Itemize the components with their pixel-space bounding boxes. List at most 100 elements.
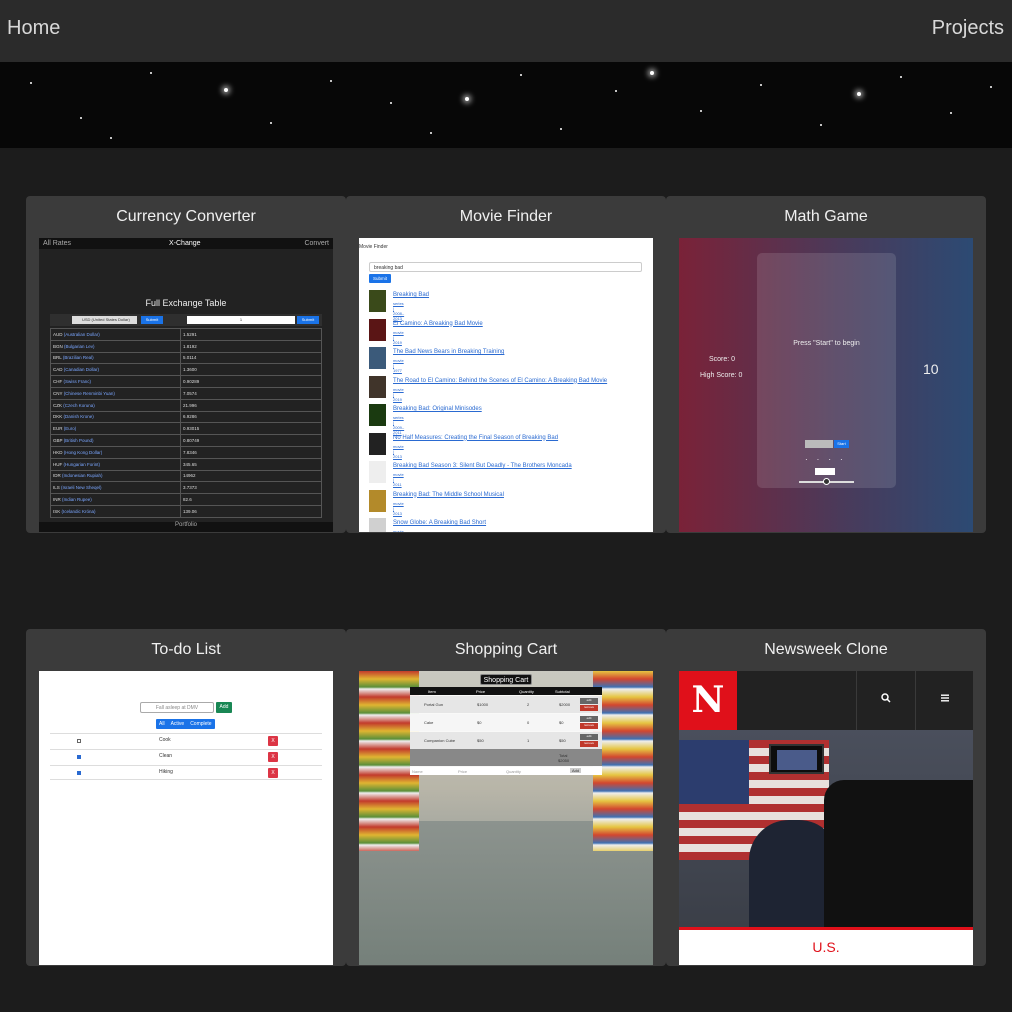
base-select: USD (United States Dollar) <box>72 316 137 324</box>
edit-button: edit <box>580 698 598 704</box>
header-subtotal: Subtotal <box>555 689 570 694</box>
add-button: Add <box>570 768 582 773</box>
table-title: Full Exchange Table <box>145 298 227 308</box>
cart-title: Shopping Cart <box>480 674 532 685</box>
project-card-todo[interactable]: To-do List Fall asleep at DMV Add All Ac… <box>26 629 346 966</box>
rate-row: CAD (Canadian Dollar) 1.3600 <box>50 363 322 377</box>
nav-all-rates: All Rates <box>43 240 72 247</box>
rate-row: INR (Indian Rupee) 82.6 <box>50 493 322 506</box>
rate-row: CNY (Chinese Renminbi Yuan) 7.0574 <box>50 386 322 400</box>
cart-row: Cake $0 0 $0 edit remove <box>410 714 602 731</box>
submit-button: Submit <box>141 316 163 324</box>
movie-title-link: Snow Globe: A Breaking Bad Short <box>393 520 487 526</box>
edit-button: edit <box>580 716 598 722</box>
delete-button: X <box>268 768 278 778</box>
remove-button: remove <box>580 723 598 729</box>
project-preview[interactable]: N U.S. <box>679 671 973 965</box>
preview-header: Movie Finder <box>359 244 388 250</box>
cart-row: Portal Gun $1000 2 $2000 edit remove <box>410 696 602 713</box>
difficulty-select <box>815 468 835 475</box>
game-panel <box>757 253 896 488</box>
todo-checkbox <box>77 739 81 743</box>
movie-title-link: The Road to El Camino: Behind the Scenes… <box>393 377 608 384</box>
todo-item: Clean X <box>50 749 322 764</box>
todo-item: Cook X <box>50 733 322 748</box>
project-card-shopping[interactable]: Shopping Cart Item Price Quantity Subtot… <box>346 629 666 966</box>
rate-row: BRL (Brazilian Real) 5.0114 <box>50 351 322 365</box>
delete-button: X <box>268 736 278 746</box>
hero-photo <box>679 730 973 927</box>
newsweek-logo: N <box>679 671 737 730</box>
footer-label: Portfolio <box>174 522 197 528</box>
rate-row: ILS (Israeli New Sheqel) 3.7373 <box>50 481 322 495</box>
starfield-banner <box>0 62 1012 148</box>
nav-home-link[interactable]: Home <box>7 17 60 40</box>
todo-label: Clean <box>159 753 173 759</box>
rate-row: ISK (Icelandic Króna) 139.06 <box>50 504 322 518</box>
todo-checkbox <box>77 771 81 775</box>
project-card-newsweek[interactable]: Newsweek Clone N U.S. <box>666 629 986 966</box>
poster-image <box>369 318 386 341</box>
todo-label: Cook <box>159 737 171 743</box>
cart-table: Item Price Quantity Subtotal Portal Gun $… <box>410 687 602 775</box>
poster-image <box>369 432 386 455</box>
high-score-label: High Score: 0 <box>700 372 743 379</box>
movie-meta: movie | 2011 <box>393 472 404 487</box>
movie-meta: movie | 1977 <box>393 358 404 373</box>
rate-row: AUD (Australian Dollar) 1.5291 <box>50 328 322 341</box>
movie-title-link: Breaking Bad: The Middle School Musical <box>393 491 504 498</box>
search-icon <box>879 693 893 707</box>
edit-button: edit <box>580 734 598 740</box>
nav-projects-link[interactable]: Projects <box>932 17 1004 40</box>
project-card-math[interactable]: Math Game Press "Start" to begin Score: … <box>666 196 986 533</box>
project-card-movie[interactable]: Movie Finder Movie Finder breaking bad S… <box>346 196 666 533</box>
project-preview[interactable]: Movie Finder breaking bad Submit Breakin… <box>359 238 653 532</box>
search-input: breaking bad <box>369 262 642 272</box>
movie-title-link: The Bad News Bears in Breaking Training <box>393 349 505 355</box>
filter-tabs: All Active Complete <box>156 719 215 729</box>
todo-input: Fall asleep at DMV <box>140 702 214 713</box>
header-quantity: Quantity <box>519 689 534 694</box>
poster-image <box>369 461 386 483</box>
preview-footer: Portfolio <box>39 522 333 532</box>
project-preview[interactable]: Press "Start" to begin Score: 0 High Sco… <box>679 238 973 532</box>
answer-input <box>805 440 833 448</box>
nav-convert: Convert <box>304 240 329 247</box>
delete-button: X <box>268 752 278 762</box>
poster-image <box>369 290 386 312</box>
project-preview[interactable]: Item Price Quantity Subtotal Portal Gun $… <box>359 671 653 965</box>
movie-meta: movie | 2020 <box>393 529 404 532</box>
rate-row: GBP (British Pound) 0.80749 <box>50 434 322 447</box>
timer-label: 10 <box>923 361 939 377</box>
rate-row: CHF (Swiss Franc) 0.90289 <box>50 375 322 388</box>
add-button: Add <box>216 702 232 713</box>
movie-meta: movie | 2019 <box>393 329 404 345</box>
filter-all: All <box>159 721 165 727</box>
game-prompt: Press "Start" to begin <box>793 340 860 347</box>
row-actions: edit remove <box>580 734 598 747</box>
rate-row: HKD (Hong Kong Dollar) 7.8346 <box>50 445 322 459</box>
project-card-currency[interactable]: Currency Converter All Rates X-Change Co… <box>26 196 346 533</box>
menu-icon <box>938 693 952 707</box>
movie-meta: series | 2008–2013 <box>393 301 405 321</box>
header-price: Price <box>476 689 486 694</box>
converter-inputs: USD (United States Dollar) Submit 1 Subm… <box>50 314 322 326</box>
start-button: Start <box>834 440 849 448</box>
rate-row: DKK (Danish Krone) 6.9286 <box>50 410 322 424</box>
movie-meta: movie | 2013 <box>393 500 404 516</box>
project-title: Currency Converter <box>116 208 256 225</box>
dots: ···· <box>805 455 852 464</box>
movie-title-link: Breaking Bad: Original Minisodes <box>393 406 482 412</box>
poster-image <box>369 404 386 426</box>
project-preview[interactable]: Fall asleep at DMV Add All Active Comple… <box>39 671 333 965</box>
rate-row: IDR (Indonesian Rupiah) 14962 <box>50 469 322 483</box>
remove-button: remove <box>580 705 598 711</box>
poster-image <box>369 489 386 512</box>
movie-title-link: Breaking Bad <box>393 292 430 298</box>
submit-button: Submit <box>297 316 319 324</box>
slider-handle <box>823 478 830 485</box>
poster-image <box>369 518 386 532</box>
total-value: $2050 <box>558 758 570 763</box>
project-preview[interactable]: All Rates X-Change Convert Full Exchange… <box>39 238 333 532</box>
remove-button: remove <box>580 741 598 747</box>
